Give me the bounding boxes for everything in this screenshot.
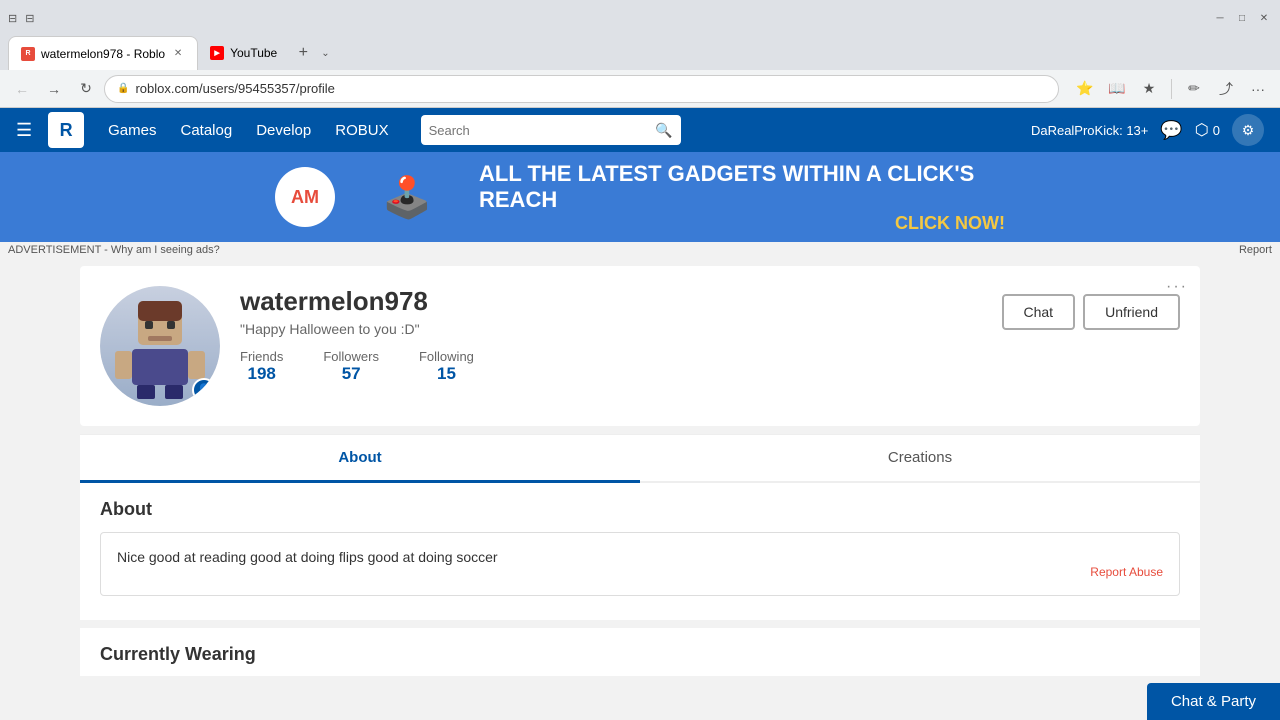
chat-party-bar[interactable]: Chat & Party: [1147, 683, 1280, 720]
robux-icon: ⬡: [1195, 120, 1209, 140]
address-bar[interactable]: 🔒 roblox.com/users/95455357/profile: [104, 75, 1059, 103]
about-section: About Nice good at reading good at doing…: [80, 483, 1200, 620]
unfriend-button[interactable]: Unfriend: [1083, 294, 1180, 330]
forward-btn[interactable]: →: [40, 75, 68, 103]
ad-person-image: 🕹️: [367, 157, 447, 237]
url-text: roblox.com/users/95455357/profile: [135, 81, 1046, 96]
about-text: Nice good at reading good at doing flips…: [117, 549, 1163, 565]
ad-notice-text: ADVERTISEMENT - Why am I seeing ads?: [8, 244, 220, 256]
about-title: About: [100, 499, 1180, 520]
profile-status: "Happy Halloween to you :D": [240, 321, 982, 337]
bookmarks-btn[interactable]: 📖: [1103, 75, 1131, 103]
nav-right: DaRealProKick: 13+ 💬 ⬡ 0 ⚙: [1031, 114, 1264, 146]
tabs-row: About Creations: [80, 435, 1200, 483]
profile-username: watermelon978: [240, 286, 982, 317]
tab-creations[interactable]: Creations: [640, 435, 1200, 481]
tab-youtube-label: YouTube: [230, 46, 277, 60]
close-btn[interactable]: ✕: [1256, 10, 1272, 26]
about-box: Nice good at reading good at doing flips…: [100, 532, 1180, 596]
tab-about[interactable]: About: [80, 435, 640, 483]
stat-followers: Followers 57: [323, 349, 379, 384]
nav-robux[interactable]: ROBUX: [335, 122, 388, 139]
roblox-logo[interactable]: R: [48, 112, 84, 148]
extensions-btn[interactable]: ⭐: [1071, 75, 1099, 103]
stat-followers-label: Followers: [323, 349, 379, 364]
profile-avatar: 👤: [100, 286, 220, 406]
yt-favicon: ▶: [210, 46, 224, 60]
more-btn[interactable]: ···: [1244, 75, 1272, 103]
settings-btn[interactable]: ⚙: [1232, 114, 1264, 146]
stat-following-value[interactable]: 15: [419, 364, 474, 384]
lock-icon: 🔒: [117, 83, 129, 94]
stat-friends: Friends 198: [240, 349, 283, 384]
search-input[interactable]: [429, 123, 650, 138]
stat-friends-value[interactable]: 198: [240, 364, 283, 384]
ad-report-btn[interactable]: Report: [1239, 244, 1272, 256]
search-bar[interactable]: 🔍: [421, 115, 681, 145]
stat-friends-label: Friends: [240, 349, 283, 364]
currently-wearing-section: Currently Wearing 3D: [80, 628, 1200, 676]
tab-roblox[interactable]: R watermelon978 - Roblo ✕: [8, 36, 198, 70]
ad-notice-bar: ADVERTISEMENT - Why am I seeing ads? Rep…: [0, 242, 1280, 258]
title-bar: ⊟ ⊟ ─ □ ✕: [0, 0, 1280, 36]
hamburger-menu-btn[interactable]: ☰: [16, 120, 32, 141]
star-btn[interactable]: ★: [1135, 75, 1163, 103]
nav-username[interactable]: DaRealProKick: 13+: [1031, 123, 1148, 138]
back-btn[interactable]: ←: [8, 75, 36, 103]
ad-cta[interactable]: CLICK NOW!: [479, 213, 1005, 234]
wearing-title: Currently Wearing: [100, 644, 1180, 665]
profile-tabs: About Creations: [80, 434, 1200, 483]
nav-games[interactable]: Games: [108, 122, 156, 139]
nav-links: Games Catalog Develop ROBUX: [108, 122, 388, 139]
reload-btn[interactable]: ↻: [72, 75, 100, 103]
profile-card: ···: [80, 266, 1200, 426]
report-abuse-btn[interactable]: Report Abuse: [117, 565, 1163, 579]
share-btn[interactable]: ⤴: [1212, 75, 1240, 103]
search-icon[interactable]: 🔍: [655, 122, 672, 139]
pen-btn[interactable]: ✏: [1180, 75, 1208, 103]
minimize-btn[interactable]: ─: [1212, 10, 1228, 26]
tab-overflow-btn[interactable]: ⌄: [317, 36, 333, 70]
robux-count: 0: [1213, 123, 1220, 138]
address-bar-row: ← → ↻ 🔒 roblox.com/users/95455357/profil…: [0, 70, 1280, 108]
stat-followers-value[interactable]: 57: [323, 364, 379, 384]
tab-bar: R watermelon978 - Roblo ✕ ▶ YouTube + ⌄: [0, 36, 1280, 70]
roblox-favicon: R: [21, 47, 35, 61]
new-tab-btn[interactable]: +: [289, 39, 317, 67]
stat-following-label: Following: [419, 349, 474, 364]
nav-chat-btn[interactable]: 💬: [1160, 120, 1182, 141]
tab-roblox-label: watermelon978 - Roblo: [41, 47, 165, 61]
stat-following: Following 15: [419, 349, 474, 384]
ad-banner: AM 🕹️ ALL THE LATEST GADGETS WITHIN A CL…: [0, 152, 1280, 242]
browser-actions: ⭐ 📖 ★ ✏ ⤴ ···: [1071, 75, 1272, 103]
avatar-badge: 👤: [192, 378, 216, 402]
profile-actions: Chat Unfriend: [1002, 294, 1181, 330]
profile-more-btn[interactable]: ···: [1166, 278, 1188, 296]
tab-youtube[interactable]: ▶ YouTube: [198, 36, 289, 70]
tab-roblox-close[interactable]: ✕: [171, 47, 185, 61]
profile-header: 👤 watermelon978 "Happy Halloween to you …: [100, 286, 1180, 406]
roblox-navbar: ☰ R Games Catalog Develop ROBUX 🔍 DaReal…: [0, 108, 1280, 152]
nav-develop[interactable]: Develop: [256, 122, 311, 139]
nav-catalog[interactable]: Catalog: [181, 122, 233, 139]
profile-info: watermelon978 "Happy Halloween to you :D…: [240, 286, 982, 384]
ad-logo: AM: [275, 167, 335, 227]
chat-button[interactable]: Chat: [1002, 294, 1076, 330]
profile-stats: Friends 198 Followers 57 Following 15: [240, 349, 982, 384]
ad-headline: ALL THE LATEST GADGETS WITHIN A CLICK'S …: [479, 161, 1005, 213]
nav-robux-display[interactable]: ⬡ 0: [1195, 120, 1220, 140]
maximize-btn[interactable]: □: [1234, 10, 1250, 26]
